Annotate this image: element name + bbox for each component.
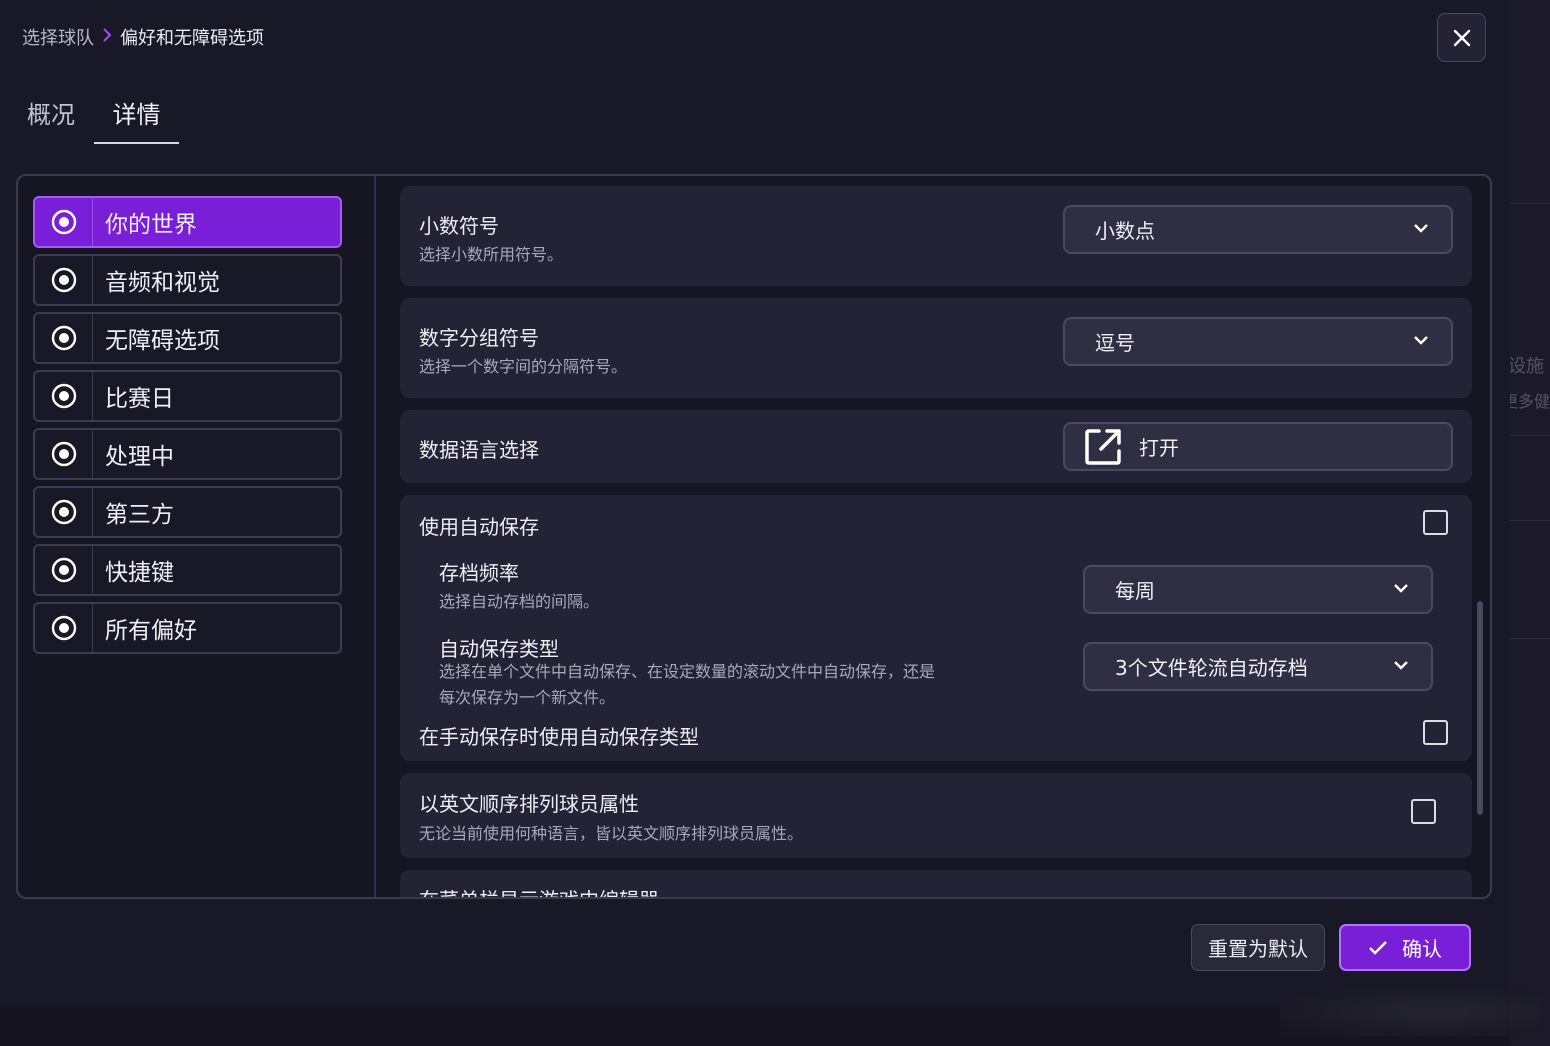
autosave-checkbox[interactable] (1423, 510, 1448, 535)
setting-title: 数字分组符号 (419, 326, 539, 350)
chevron-right-icon (102, 27, 112, 48)
sidebar-item-third-party[interactable]: 第三方 (33, 486, 342, 538)
scrollbar[interactable] (1477, 601, 1483, 815)
setting-description: 选择在单个文件中自动保存、在设定数量的滚动文件中自动保存，还是 (439, 662, 936, 681)
chevron-down-icon (1414, 224, 1428, 233)
background-app-edge: 设施 更多健 (1510, 0, 1550, 1046)
background-text: 更多健 (1510, 392, 1550, 411)
tab-details[interactable]: 详情 (94, 90, 179, 144)
setting-editor-menu: 在菜单栏显示游戏中编辑器 (400, 870, 1472, 897)
manual-autosave-type-checkbox[interactable] (1423, 720, 1448, 745)
radio-icon (35, 488, 93, 536)
breadcrumb: 选择球队 偏好和无障碍选项 (22, 24, 264, 50)
sidebar-item-label: 音频和视觉 (105, 270, 220, 296)
close-icon (1453, 29, 1470, 46)
preferences-dialog: 选择球队 偏好和无障碍选项 概况 详情 你的世界 音频和视觉 无障碍选项 比赛日… (0, 0, 1510, 1005)
background-text: 设施 (1510, 356, 1544, 377)
english-order-checkbox[interactable] (1411, 799, 1436, 824)
radio-icon (35, 256, 93, 304)
sidebar-item-audio-visual[interactable]: 音频和视觉 (33, 254, 342, 306)
chevron-down-icon (1414, 336, 1428, 345)
sidebar-item-label: 快捷键 (105, 560, 174, 586)
radio-selected-icon (35, 198, 93, 246)
select-value: 逗号 (1095, 331, 1135, 355)
sidebar-divider (374, 176, 376, 897)
chevron-down-icon (1394, 584, 1408, 593)
radio-icon (35, 546, 93, 594)
setting-title: 在手动保存时使用自动保存类型 (419, 725, 699, 749)
sidebar-item-label: 第三方 (105, 502, 174, 528)
close-button[interactable] (1437, 13, 1486, 62)
digit-grouping-select[interactable]: 逗号 (1063, 317, 1453, 366)
setting-description: 无论当前使用何种语言，皆以英文顺序排列球员属性。 (419, 824, 804, 843)
setting-title: 数据语言选择 (419, 438, 539, 462)
sidebar-item-label: 所有偏好 (105, 618, 197, 644)
radio-icon (35, 314, 93, 362)
sidebar-item-processing[interactable]: 处理中 (33, 428, 342, 480)
watermark-smudge (1280, 988, 1540, 1036)
reset-default-button[interactable]: 重置为默认 (1191, 924, 1325, 971)
chevron-down-icon (1394, 661, 1408, 670)
autosave-type-select[interactable]: 3个文件轮流自动存档 (1083, 642, 1433, 691)
select-value: 每周 (1115, 579, 1155, 603)
sidebar-item-label: 比赛日 (105, 386, 174, 412)
sidebar-nav: 你的世界 音频和视觉 无障碍选项 比赛日 处理中 第三方 快捷键 所有偏好 (33, 196, 342, 660)
sidebar-item-label: 你的世界 (105, 212, 197, 238)
sidebar-item-your-world[interactable]: 你的世界 (33, 196, 342, 248)
sidebar-item-all-preferences[interactable]: 所有偏好 (33, 602, 342, 654)
radio-icon (35, 430, 93, 478)
tab-overview[interactable]: 概况 (27, 90, 94, 144)
sidebar-item-label: 无障碍选项 (105, 328, 220, 354)
external-link-icon (1085, 428, 1121, 465)
setting-description: 选择自动存档的间隔。 (439, 592, 600, 611)
setting-description: 选择一个数字间的分隔符号。 (419, 357, 628, 376)
setting-digit-grouping: 数字分组符号 选择一个数字间的分隔符号。 逗号 (400, 298, 1472, 398)
confirm-button[interactable]: 确认 (1339, 924, 1471, 971)
setting-title: 使用自动保存 (419, 515, 539, 539)
setting-title: 在菜单栏显示游戏中编辑器 (419, 884, 659, 897)
breadcrumb-current: 偏好和无障碍选项 (120, 28, 264, 49)
setting-title: 存档频率 (439, 561, 519, 585)
setting-title: 以英文顺序排列球员属性 (419, 792, 639, 816)
setting-english-order: 以英文顺序排列球员属性 无论当前使用何种语言，皆以英文顺序排列球员属性。 (400, 773, 1472, 858)
select-value: 3个文件轮流自动存档 (1115, 656, 1308, 680)
setting-description: 每次保存为一个新文件。 (439, 688, 616, 707)
autosave-frequency-select[interactable]: 每周 (1083, 565, 1433, 614)
settings-panel: 你的世界 音频和视觉 无障碍选项 比赛日 处理中 第三方 快捷键 所有偏好 小数… (16, 174, 1492, 899)
open-button[interactable]: 打开 (1063, 422, 1453, 471)
setting-decimal-separator: 小数符号 选择小数所用符号。 小数点 (400, 186, 1472, 286)
radio-icon (35, 372, 93, 420)
setting-description: 选择小数所用符号。 (419, 245, 564, 264)
sidebar-item-label: 处理中 (105, 444, 174, 470)
sidebar-item-match-day[interactable]: 比赛日 (33, 370, 342, 422)
open-button-label: 打开 (1139, 436, 1179, 460)
radio-icon (35, 604, 93, 652)
setting-title: 小数符号 (419, 214, 499, 238)
sidebar-item-accessibility[interactable]: 无障碍选项 (33, 312, 342, 364)
check-icon (1369, 940, 1387, 955)
confirm-label: 确认 (1402, 937, 1442, 961)
select-value: 小数点 (1095, 219, 1155, 243)
breadcrumb-parent[interactable]: 选择球队 (22, 24, 94, 50)
setting-data-language: 数据语言选择 打开 (400, 410, 1472, 483)
tab-bar: 概况 详情 (0, 90, 179, 144)
setting-autosave-group: 使用自动保存 存档频率 选择自动存档的间隔。 每周 自动保存类型 选择在单个文件… (400, 495, 1472, 761)
decimal-separator-select[interactable]: 小数点 (1063, 205, 1453, 254)
sidebar-item-shortcuts[interactable]: 快捷键 (33, 544, 342, 596)
